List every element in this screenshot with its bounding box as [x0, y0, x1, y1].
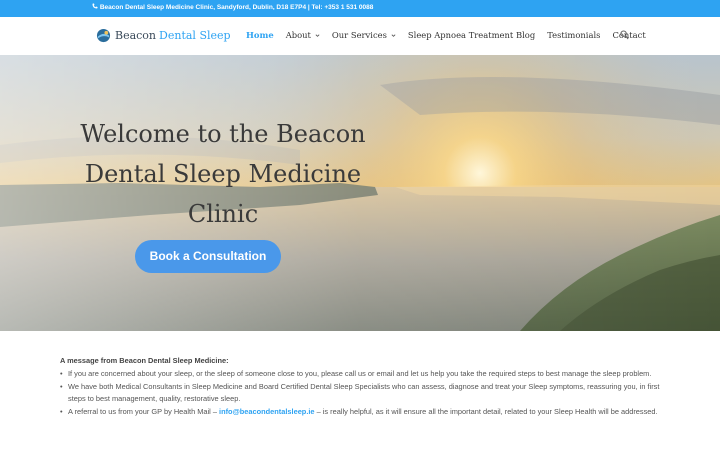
nav-contact[interactable]: Contact: [612, 30, 645, 40]
message-list: If you are concerned about your sleep, o…: [60, 368, 660, 418]
top-info-bar: Beacon Dental Sleep Medicine Clinic, San…: [0, 0, 720, 17]
nav-our-services[interactable]: Our Services: [332, 30, 396, 40]
list-item: We have both Medical Consultants in Slee…: [60, 381, 660, 406]
logo-text-beacon: Beacon: [115, 29, 157, 42]
main-navigation: Home About Our Services Sleep Apnoea Tre…: [246, 30, 658, 40]
site-header: Beacon Dental Sleep Home About Our Servi…: [0, 17, 720, 55]
logo-text-dental-sleep: Dental Sleep: [159, 29, 231, 42]
contact-info: Beacon Dental Sleep Medicine Clinic, San…: [92, 3, 373, 11]
nav-about[interactable]: About: [286, 30, 320, 40]
nav-home[interactable]: Home: [246, 30, 274, 40]
nav-services-label: Our Services: [331, 30, 387, 40]
nav-home-label: Home: [246, 30, 274, 40]
referral-text-prefix: A referral to us from your GP by Health …: [68, 406, 220, 416]
email-link[interactable]: info@beacondentalsleep.ie: [219, 407, 315, 416]
nav-blog[interactable]: Sleep Apnoea Treatment Blog: [408, 30, 535, 40]
book-consultation-button[interactable]: Book a Consultation: [135, 240, 281, 273]
address-phone-text: Beacon Dental Sleep Medicine Clinic, San…: [99, 4, 374, 11]
phone-icon: [92, 3, 98, 11]
hero-title: Welcome to the Beacon Dental Sleep Medic…: [80, 120, 366, 228]
nav-about-label: About: [285, 30, 311, 40]
logo-globe-icon: [96, 28, 111, 43]
site-logo[interactable]: Beacon Dental Sleep: [96, 28, 231, 43]
chevron-down-icon: [315, 33, 320, 37]
hero-banner: Welcome to the Beacon Dental Sleep Medic…: [0, 55, 720, 331]
search-icon[interactable]: [620, 30, 629, 40]
list-item: If you are concerned about your sleep, o…: [60, 368, 660, 381]
nav-contact-label: Contact: [612, 30, 646, 40]
message-section: A message from Beacon Dental Sleep Medic…: [60, 356, 660, 418]
nav-testimonials[interactable]: Testimonials: [547, 30, 600, 40]
chevron-down-icon: [391, 33, 396, 37]
nav-blog-label: Sleep Apnoea Treatment Blog: [407, 30, 536, 40]
referral-text-suffix: – is really helpful, as it will ensure a…: [314, 406, 658, 416]
list-item: A referral to us from your GP by Health …: [60, 406, 660, 419]
message-heading: A message from Beacon Dental Sleep Medic…: [60, 356, 229, 365]
nav-testimonials-label: Testimonials: [547, 30, 601, 40]
